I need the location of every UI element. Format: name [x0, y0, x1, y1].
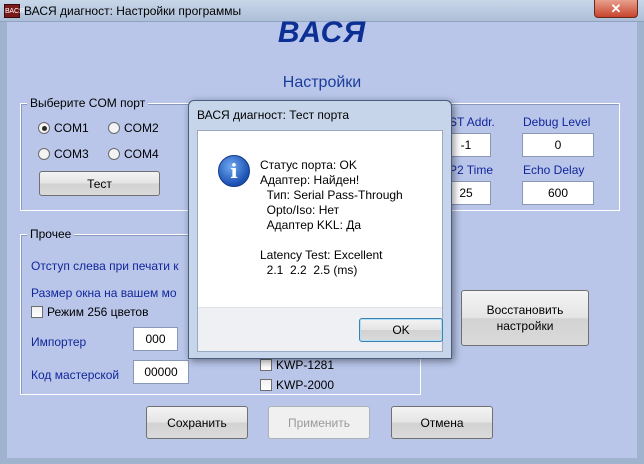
p2-time-label: P2 Time [449, 163, 494, 177]
message-line: Статус порта: OK [260, 158, 357, 172]
radio-com4[interactable]: COM4 [108, 147, 159, 161]
com-port-group-label: Выберите COM порт [27, 96, 149, 110]
checkbox-icon[interactable] [31, 306, 43, 318]
importer-field[interactable]: 000 [133, 327, 178, 351]
workshop-code-field[interactable]: 00000 [133, 360, 189, 384]
radio-label: COM2 [124, 121, 159, 135]
message-line: Тип: Serial Pass-Through [260, 188, 403, 202]
radio-button-icon[interactable] [108, 122, 120, 134]
ok-button[interactable]: OK [359, 318, 443, 342]
dialog-footer: OK [198, 307, 443, 351]
kwp2000-checkbox[interactable]: KWP-2000 [260, 378, 334, 392]
radio-com3[interactable]: COM3 [38, 147, 89, 161]
radio-button-icon[interactable] [108, 148, 120, 160]
kwp1281-checkbox[interactable]: KWP-1281 [260, 358, 334, 372]
brand-title: ВАСЯ [277, 16, 367, 49]
debug-level-label: Debug Level [523, 115, 591, 129]
cancel-button[interactable]: Отмена [391, 406, 493, 439]
restore-defaults-button[interactable]: Восстановить настройки [461, 290, 589, 346]
test-button[interactable]: Тест [39, 171, 160, 196]
message-line: Адаптер: Найден! [260, 173, 360, 187]
page-subtitle: Настройки [282, 74, 362, 91]
kwp2000-label: KWP-2000 [276, 378, 335, 392]
window-size-label: Размер окна на вашем мо [31, 286, 177, 300]
addr-label: ST Addr. [449, 115, 495, 129]
checkbox-icon[interactable] [260, 379, 272, 391]
debug-level-field[interactable]: 0 [522, 133, 594, 157]
message-line: Latency Test: Excellent [260, 248, 383, 262]
dialog-title: ВАСЯ диагност: Тест порта [197, 108, 350, 122]
radio-label: COM4 [124, 147, 159, 161]
misc-group-label: Прочее [27, 227, 75, 241]
mode-256-checkbox[interactable]: Режим 256 цветов [31, 305, 148, 319]
kwp1281-label: KWP-1281 [276, 358, 335, 372]
checkbox-icon[interactable] [260, 359, 272, 371]
radio-button-icon[interactable] [38, 122, 50, 134]
message-line: 2.1 2.2 2.5 (ms) [260, 263, 358, 277]
importer-label: Импортер [31, 335, 87, 349]
print-offset-label: Отступ слева при печати к [31, 259, 179, 273]
radio-com2[interactable]: COM2 [108, 121, 159, 135]
message-line: Opto/Iso: Нет [260, 203, 340, 217]
radio-label: COM1 [54, 121, 89, 135]
radio-button-icon[interactable] [38, 148, 50, 160]
echo-delay-field[interactable]: 600 [522, 181, 594, 205]
message-line: Адаптер KKL: Да [260, 218, 362, 232]
save-button[interactable]: Сохранить [146, 406, 248, 439]
info-icon: i [218, 155, 250, 187]
echo-delay-label: Echo Delay [523, 163, 585, 177]
radio-com1[interactable]: COM1 [38, 121, 89, 135]
port-test-dialog: ВАСЯ диагност: Тест порта i Статус порта… [188, 100, 452, 359]
apply-button[interactable]: Применить [268, 406, 370, 439]
radio-label: COM3 [54, 147, 89, 161]
mode-256-label: Режим 256 цветов [47, 305, 149, 319]
workshop-code-label: Код мастерской [31, 368, 120, 382]
dialog-body: i Статус порта: OK Адаптер: Найден! Тип:… [197, 130, 443, 352]
